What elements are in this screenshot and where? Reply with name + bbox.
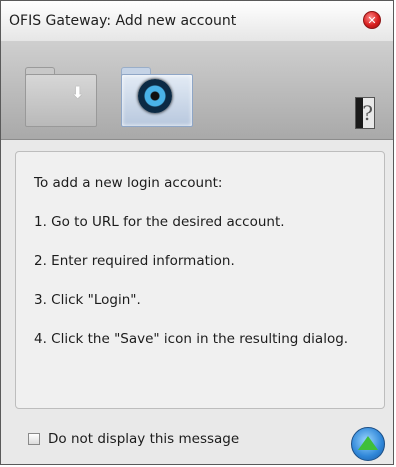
window-title: OFIS Gateway: Add new account <box>9 13 237 29</box>
folder-lens-button[interactable] <box>121 67 193 127</box>
message-panel: To add a new login account: 1. Go to URL… <box>15 151 385 409</box>
lens-icon <box>138 79 172 113</box>
dialog-window: OFIS Gateway: Add new account ✕ ⬇ ? To a… <box>0 0 394 465</box>
arrow-down-icon: ⬇ <box>71 83 85 102</box>
help-icon: ? <box>362 101 373 125</box>
do-not-display-label[interactable]: Do not display this message <box>48 431 239 447</box>
help-button[interactable]: ? <box>355 97 375 129</box>
up-button[interactable] <box>351 427 385 461</box>
do-not-display-checkbox[interactable] <box>28 433 40 445</box>
message-step: 4. Click the "Save" icon in the resultin… <box>34 331 349 347</box>
message-step: 1. Go to URL for the desired account. <box>34 214 285 230</box>
folder-download-button[interactable]: ⬇ <box>25 67 97 127</box>
up-arrow-icon <box>358 435 378 450</box>
dialog-footer: Do not display this message <box>1 419 393 465</box>
message-heading: To add a new login account: <box>34 175 223 191</box>
title-bar: OFIS Gateway: Add new account ✕ <box>1 1 393 42</box>
toolbar: ⬇ ? <box>1 41 393 140</box>
close-icon: ✕ <box>367 13 377 27</box>
message-step: 3. Click "Login". <box>34 292 141 308</box>
folder-download-icon <box>25 74 97 127</box>
message-step: 2. Enter required information. <box>34 253 235 269</box>
close-button[interactable]: ✕ <box>363 11 381 29</box>
